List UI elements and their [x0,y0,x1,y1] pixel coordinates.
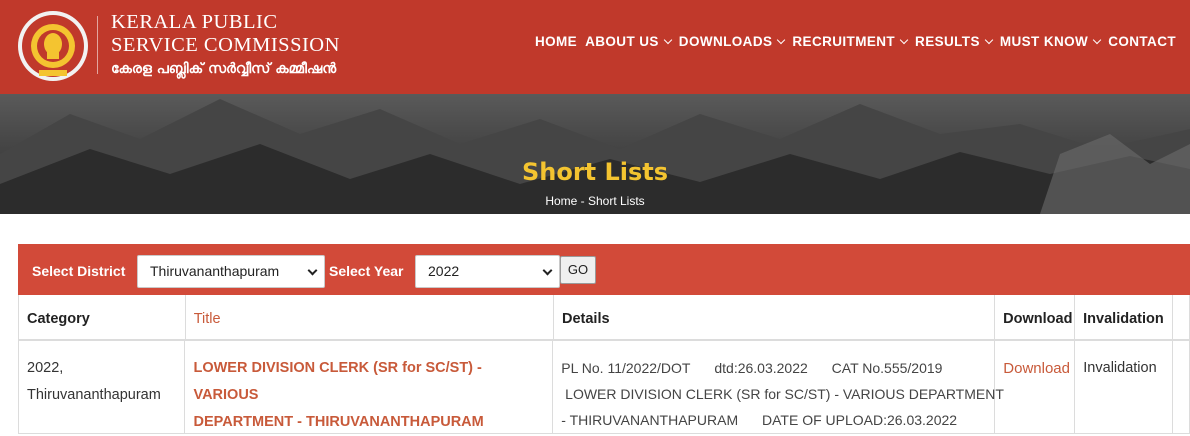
cell-invalidation: Invalidation [1075,341,1173,433]
header-invalidation: Invalidation [1075,295,1173,339]
details-upload-date: DATE OF UPLOAD:26.03.2022 [762,412,958,428]
details-district: - THIRUVANANTHAPURAM [561,412,739,428]
nav-recruitment[interactable]: RECRUITMENT [792,34,909,49]
go-button[interactable]: GO [560,256,596,284]
nav-home[interactable]: HOME [535,34,577,49]
page-banner: Short Lists Home - Short Lists [0,94,1190,214]
chevron-down-icon [663,35,673,44]
brand-line-2: SERVICE COMMISSION [111,34,340,56]
details-pl-no: PL No. 11/2022/DOT [561,360,691,376]
nav-contact[interactable]: CONTACT [1108,34,1176,49]
shortlist-table: Category Title Details Download Invalida… [18,295,1190,434]
header-download: Download [995,295,1076,339]
breadcrumb[interactable]: Home - Short Lists [0,194,1190,208]
table-header-row: Category Title Details Download Invalida… [19,295,1190,341]
nav-recruitment-label: RECRUITMENT [792,34,896,49]
chevron-down-icon [542,265,553,276]
details-line3: - THIRUVANANTHAPURAM DATE OF UPLOAD:26.0… [561,407,986,433]
cell-download: Download [995,341,1076,433]
nav-about-us[interactable]: ABOUT US [585,34,673,49]
category-year: 2022, [27,360,64,376]
cell-category: 2022, Thiruvananthapuram [19,341,186,433]
title-link-line2[interactable]: DEPARTMENT - THIRUVANANTHAPURAM [193,409,544,436]
district-select[interactable]: Thiruvananthapuram [137,255,325,288]
brand-name[interactable]: KERALA PUBLIC SERVICE COMMISSION കേരള പബ… [111,11,340,80]
nav-contact-label: CONTACT [1108,34,1176,49]
header-extra [1173,295,1190,339]
details-line2: LOWER DIVISION CLERK (SR for SC/ST) - VA… [561,386,1004,402]
table-row: 2022, Thiruvananthapuram LOWER DIVISION … [19,341,1190,434]
title-link-line1[interactable]: LOWER DIVISION CLERK (SR for SC/ST) - VA… [193,355,544,409]
filter-bar: Select District Thiruvananthapuram Selec… [18,244,1190,295]
nav-must-know-label: MUST KNOW [999,34,1089,49]
category-district: Thiruvananthapuram [27,387,161,403]
download-link[interactable]: Download [1003,360,1070,377]
nav-about-us-label: ABOUT US [585,34,659,49]
nav-downloads-label: DOWNLOADS [678,34,773,49]
nav-home-label: HOME [534,34,578,49]
page-title: Short Lists [521,158,669,186]
chevron-down-icon [984,35,994,44]
district-select-value: Thiruvananthapuram [150,263,280,279]
nav-results[interactable]: RESULTS [915,34,994,49]
chevron-down-icon [307,265,318,276]
invalidation-text: Invalidation [1083,360,1157,376]
brand-line-1: KERALA PUBLIC [111,11,278,33]
details-line1: PL No. 11/2022/DOT dtd:26.03.2022 CAT No… [561,355,986,381]
year-label: Select Year [329,263,404,279]
kerala-emblem-icon[interactable] [17,10,89,82]
header-category: Category [19,295,186,339]
chevron-down-icon [1092,35,1102,44]
nav-downloads[interactable]: DOWNLOADS [678,34,786,49]
district-label: Select District [32,263,126,279]
main-nav: HOME ABOUT US DOWNLOADS RECRUITMENT RESU… [535,34,1176,49]
year-select-value: 2022 [428,263,460,279]
details-cat-no: CAT No.555/2019 [831,360,943,376]
header-title[interactable]: Title [186,295,554,339]
chevron-down-icon [899,35,909,44]
site-header: KERALA PUBLIC SERVICE COMMISSION കേരള പബ… [0,0,1190,94]
nav-results-label: RESULTS [915,34,980,49]
cell-title[interactable]: LOWER DIVISION CLERK (SR for SC/ST) - VA… [185,341,554,436]
cell-details: PL No. 11/2022/DOT dtd:26.03.2022 CAT No… [553,341,1004,433]
cell-extra [1173,341,1190,433]
details-dtd: dtd:26.03.2022 [714,360,808,376]
logo-divider [97,16,98,74]
year-select[interactable]: 2022 [415,255,560,288]
nav-must-know[interactable]: MUST KNOW [999,34,1102,49]
header-details: Details [554,295,996,339]
brand-line-malayalam: കേരള പബ്ലിക് സർവ്വീസ് കമ്മീഷൻ [111,61,337,77]
chevron-down-icon [777,35,786,44]
